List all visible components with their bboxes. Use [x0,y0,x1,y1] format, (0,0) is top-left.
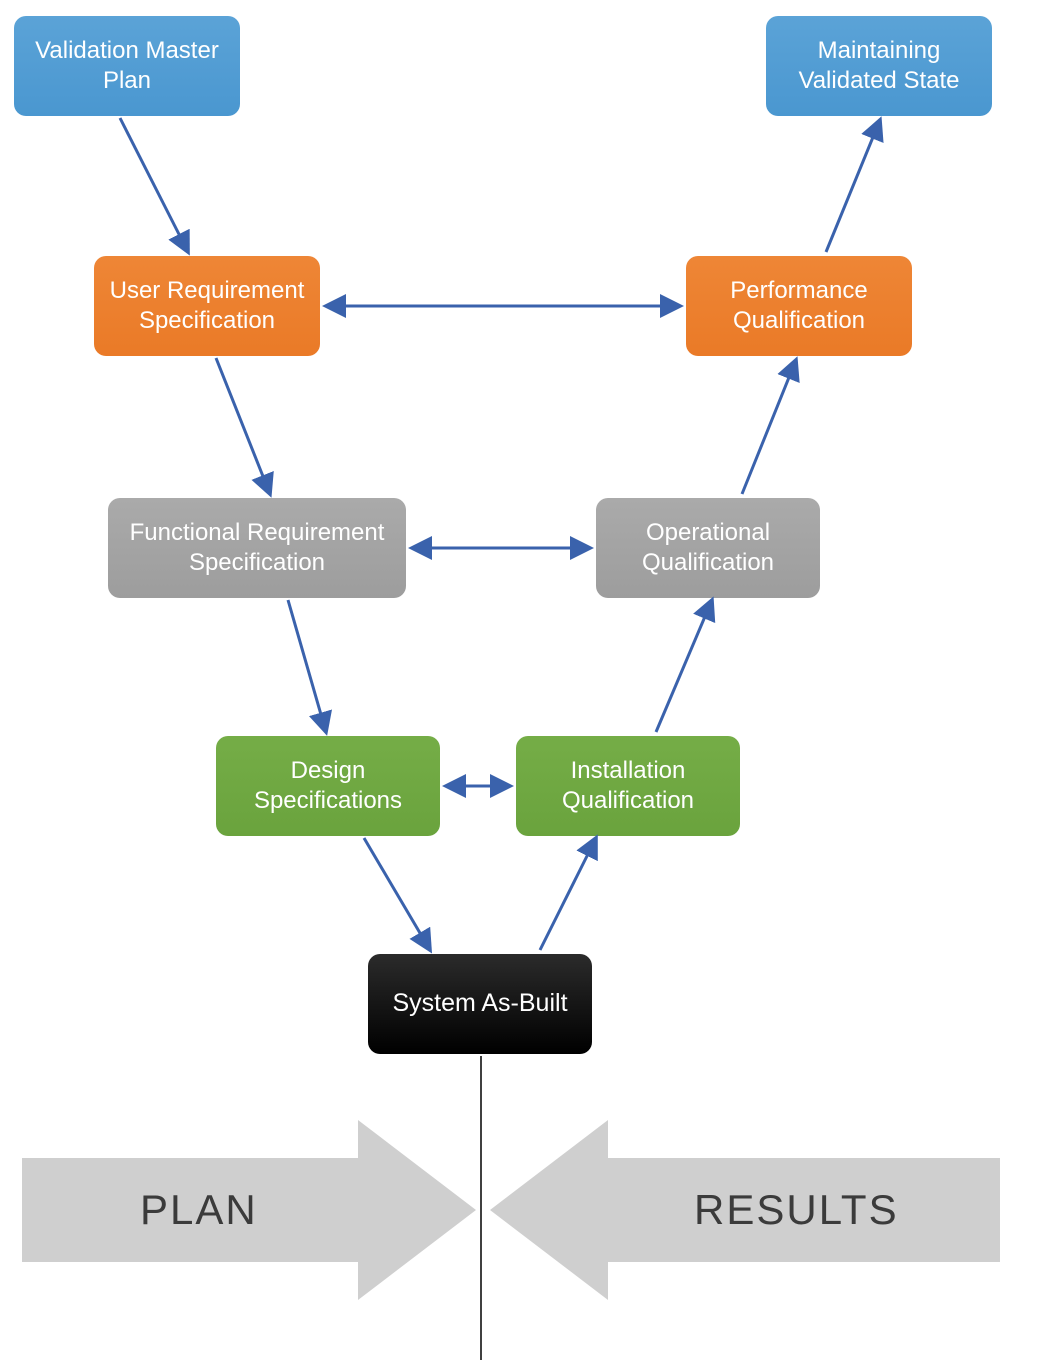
node-installation-qualification: Installation Qualification [516,736,740,836]
node-label: Maintaining Validated State [798,36,959,96]
arrow-pq-to-mvs [826,120,880,252]
node-maintaining-validated-state: Maintaining Validated State [766,16,992,116]
node-label: User Requirement Specification [110,276,305,336]
arrow-frs-to-ds [288,600,326,732]
node-label: Functional Requirement Specification [130,518,385,578]
node-user-requirement-spec: User Requirement Specification [94,256,320,356]
arrow-ds-to-build [364,838,430,950]
node-label: Design Specifications [254,756,402,816]
node-performance-qualification: Performance Qualification [686,256,912,356]
arrow-build-to-iq [540,838,596,950]
arrow-oq-to-pq [742,360,796,494]
node-label: Validation Master Plan [35,36,219,96]
node-design-specifications: Design Specifications [216,736,440,836]
connectors-layer [0,0,1060,1360]
v-model-diagram: Validation Master Plan Maintaining Valid… [0,0,1060,1360]
arrow-vmp-to-urs [120,118,188,252]
node-label: Operational Qualification [642,518,774,578]
arrow-urs-to-frs [216,358,270,494]
node-operational-qualification: Operational Qualification [596,498,820,598]
node-label: Installation Qualification [562,756,694,816]
node-label: Performance Qualification [730,276,867,336]
node-system-as-built: System As-Built [368,954,592,1054]
node-label: System As-Built [392,988,567,1019]
arrow-iq-to-oq [656,600,712,732]
results-label: RESULTS [694,1186,899,1234]
plan-label: PLAN [140,1186,258,1234]
node-validation-master-plan: Validation Master Plan [14,16,240,116]
node-functional-requirement-spec: Functional Requirement Specification [108,498,406,598]
